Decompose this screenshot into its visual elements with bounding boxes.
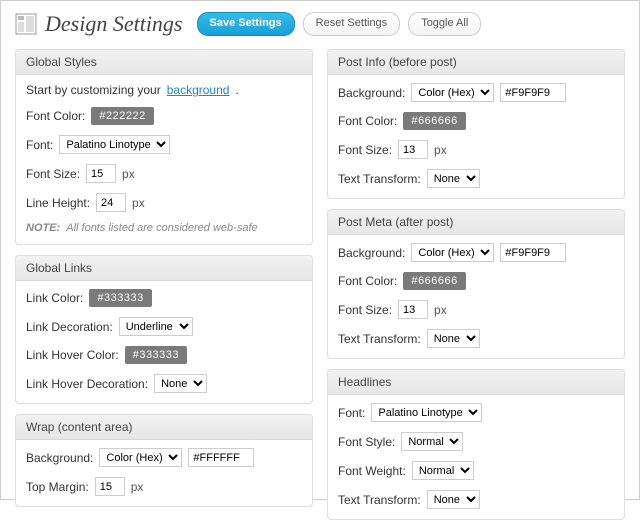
hover-color-swatch[interactable]: #333333 — [125, 346, 187, 364]
style-select[interactable]: Normal — [401, 432, 463, 451]
global-links-panel: Global Links Link Color: #333333 Link De… — [15, 255, 313, 404]
font-color-swatch[interactable]: #222222 — [91, 107, 153, 125]
background-link[interactable]: background — [167, 83, 230, 97]
right-column: Post Info (before post) Background: Colo… — [327, 49, 625, 520]
font-label: Font: — [338, 406, 365, 420]
style-label: Font Style: — [338, 435, 395, 449]
link-color-swatch[interactable]: #333333 — [89, 289, 151, 307]
intro-suffix: . — [235, 83, 238, 97]
font-size-input[interactable] — [398, 140, 428, 159]
panels-container: Global Styles Start by customizing your … — [1, 45, 639, 530]
font-color-swatch[interactable]: #666666 — [403, 272, 465, 290]
tt-select[interactable]: None — [427, 329, 480, 348]
line-height-input[interactable] — [96, 193, 126, 212]
tt-label: Text Transform: — [338, 172, 421, 186]
hover-color-label: Link Hover Color: — [26, 348, 119, 362]
font-select[interactable]: Palatino Linotype — [59, 135, 170, 154]
bg-hex-input[interactable] — [500, 83, 566, 102]
px-unit: px — [122, 167, 135, 181]
font-select[interactable]: Palatino Linotype — [371, 403, 482, 422]
link-deco-select[interactable]: Underline — [119, 317, 193, 336]
top-margin-label: Top Margin: — [26, 480, 89, 494]
bg-type-select[interactable]: Color (Hex) — [411, 83, 494, 102]
app-icon — [15, 13, 37, 35]
weight-select[interactable]: Normal — [412, 461, 474, 480]
hover-deco-select[interactable]: None — [154, 374, 207, 393]
panel-title: Global Links — [16, 256, 312, 281]
wrap-panel: Wrap (content area) Background: Color (H… — [15, 414, 313, 507]
bg-type-select[interactable]: Color (Hex) — [99, 448, 182, 467]
tt-label: Text Transform: — [338, 332, 421, 346]
post-meta-panel: Post Meta (after post) Background: Color… — [327, 209, 625, 359]
left-column: Global Styles Start by customizing your … — [15, 49, 313, 520]
page-title: Design Settings — [45, 11, 183, 37]
headlines-panel: Headlines Font: Palatino Linotype Font S… — [327, 369, 625, 520]
font-size-label: Font Size: — [26, 167, 80, 181]
font-size-input[interactable] — [86, 164, 116, 183]
font-size-label: Font Size: — [338, 143, 392, 157]
save-settings-button[interactable]: Save Settings — [197, 12, 295, 35]
link-deco-label: Link Decoration: — [26, 320, 113, 334]
px-unit: px — [131, 480, 144, 494]
panel-title: Post Info (before post) — [328, 50, 624, 75]
px-unit: px — [434, 143, 447, 157]
font-label: Font: — [26, 138, 53, 152]
top-margin-input[interactable] — [95, 477, 125, 496]
panel-title: Post Meta (after post) — [328, 210, 624, 235]
tt-select[interactable]: None — [427, 169, 480, 188]
note-prefix: NOTE: — [26, 222, 60, 234]
panel-title: Wrap (content area) — [16, 415, 312, 440]
toggle-all-button[interactable]: Toggle All — [408, 12, 481, 35]
global-styles-panel: Global Styles Start by customizing your … — [15, 49, 313, 245]
bg-hex-input[interactable] — [500, 243, 566, 262]
font-color-swatch[interactable]: #666666 — [403, 112, 465, 130]
font-size-label: Font Size: — [338, 303, 392, 317]
panel-title: Headlines — [328, 370, 624, 395]
intro-prefix: Start by customizing your — [26, 83, 161, 97]
link-color-label: Link Color: — [26, 291, 83, 305]
bg-type-select[interactable]: Color (Hex) — [411, 243, 494, 262]
reset-settings-button[interactable]: Reset Settings — [303, 12, 401, 35]
font-color-label: Font Color: — [338, 114, 397, 128]
font-color-label: Font Color: — [26, 109, 85, 123]
font-size-input[interactable] — [398, 300, 428, 319]
hover-deco-label: Link Hover Decoration: — [26, 377, 148, 391]
bg-hex-input[interactable] — [188, 448, 254, 467]
line-height-label: Line Height: — [26, 196, 90, 210]
bg-label: Background: — [338, 86, 405, 100]
bg-label: Background: — [26, 451, 93, 465]
px-unit: px — [434, 303, 447, 317]
page-header: Design Settings Save Settings Reset Sett… — [1, 1, 639, 45]
bg-label: Background: — [338, 246, 405, 260]
font-color-label: Font Color: — [338, 274, 397, 288]
panel-title: Global Styles — [16, 50, 312, 75]
note-text: All fonts listed are considered web-safe — [66, 222, 257, 234]
weight-label: Font Weight: — [338, 464, 406, 478]
post-info-panel: Post Info (before post) Background: Colo… — [327, 49, 625, 199]
px-unit: px — [132, 196, 145, 210]
